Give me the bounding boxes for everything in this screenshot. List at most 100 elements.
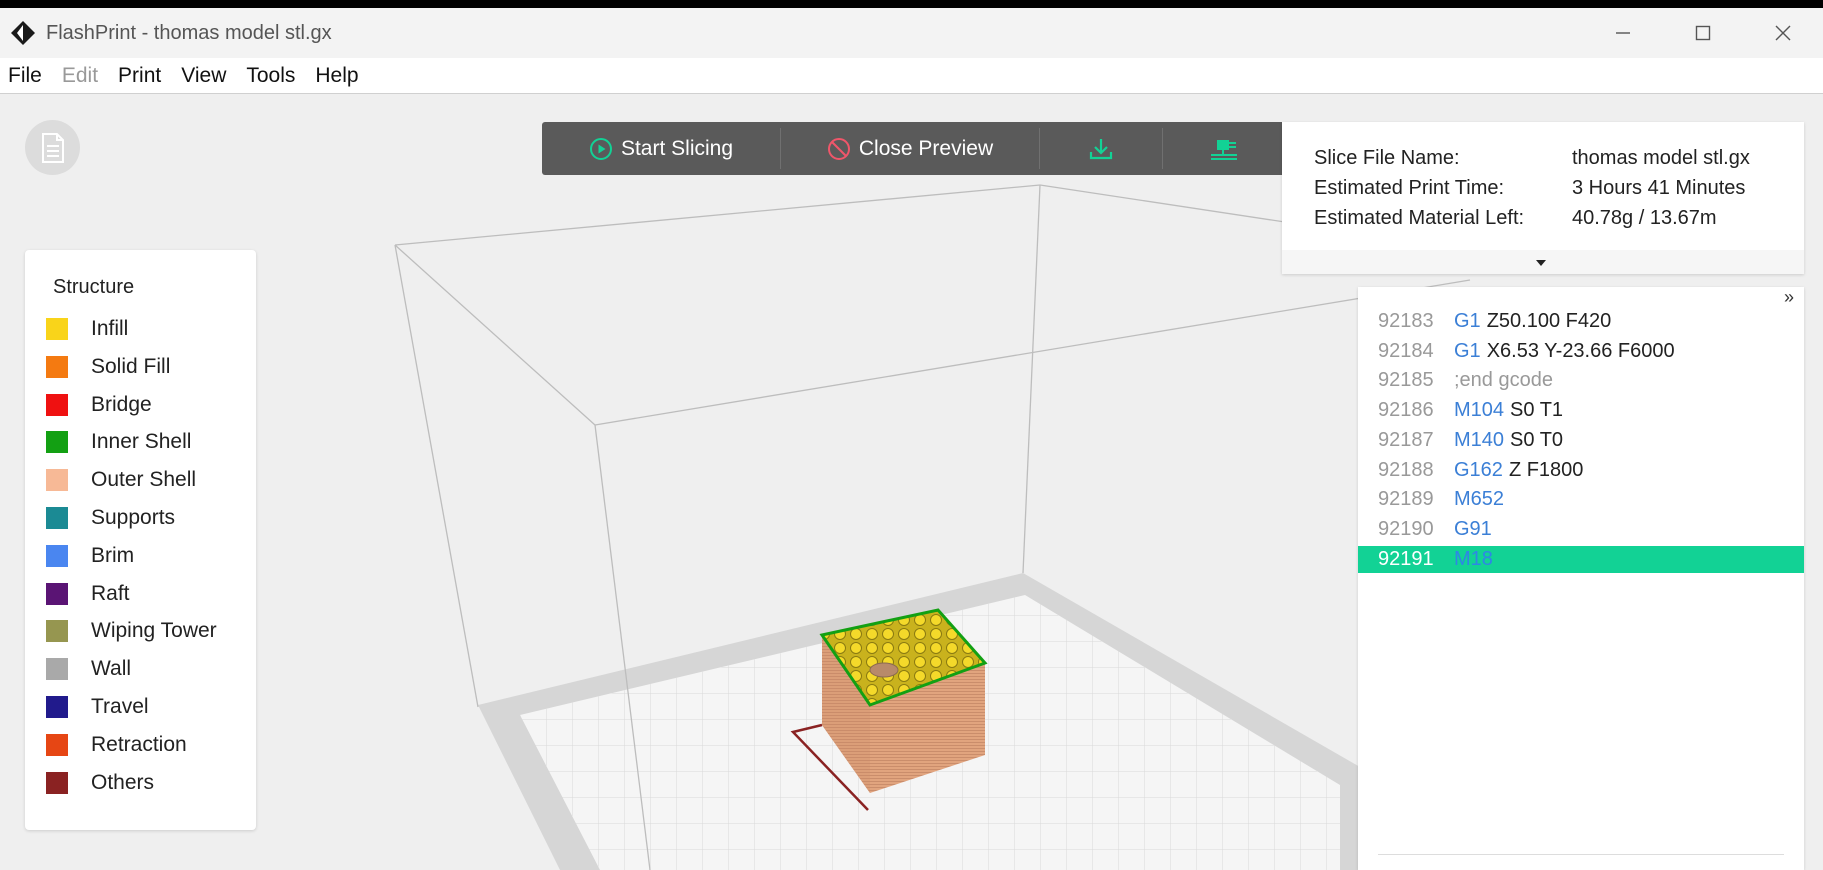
gcode-line-number: 92187 <box>1378 428 1434 451</box>
legend-swatch <box>46 771 68 794</box>
gcode-command: M652 <box>1454 488 1505 511</box>
start-slicing-button[interactable]: Start Slicing <box>542 122 780 175</box>
gcode-line[interactable]: 92185 ;end gcode <box>1358 367 1804 394</box>
screen-top-edge <box>0 0 1823 8</box>
gcode-line-number: 92183 <box>1378 310 1434 332</box>
menu-view[interactable]: View <box>181 64 226 88</box>
document-icon <box>41 132 64 163</box>
gcode-line-number: 92185 <box>1378 369 1434 392</box>
gcode-line-number: 92188 <box>1378 458 1434 481</box>
legend-label: Others <box>91 770 155 794</box>
legend-swatch <box>46 393 68 416</box>
legend-item: Solid Fill <box>46 352 170 382</box>
slice-report-button[interactable] <box>25 120 80 175</box>
legend-item: Retraction <box>46 730 187 760</box>
legend-item: Supports <box>46 503 175 533</box>
legend-swatch <box>46 582 68 605</box>
maximize-button[interactable] <box>1663 8 1743 58</box>
slice-info-panel: Slice File Name: thomas model stl.gx Est… <box>1282 122 1804 274</box>
material-value: 40.78g / 13.67m <box>1572 207 1717 229</box>
legend-item: Outer Shell <box>46 465 196 495</box>
gcode-line[interactable]: 92190 G91 <box>1358 516 1804 543</box>
gcode-line[interactable]: 92188 G162 Z F1800 <box>1358 457 1804 484</box>
preview-toolbar: Start Slicing Close Preview <box>542 122 1286 175</box>
legend-item: Wall <box>46 654 131 684</box>
gcode-line[interactable]: 92183 G1 Z50.100 F420 <box>1358 308 1804 335</box>
legend-label: Solid Fill <box>91 354 171 378</box>
legend-item: Infill <box>46 314 128 344</box>
legend-label: Travel <box>91 695 149 718</box>
legend-label: Retraction <box>91 732 187 756</box>
material-label: Estimated Material Left: <box>1314 207 1525 229</box>
expand-panel-icon[interactable]: » <box>1784 287 1794 308</box>
legend-label: Brim <box>91 543 135 567</box>
menu-print[interactable]: Print <box>118 64 161 88</box>
legend-label: Bridge <box>91 392 152 416</box>
legend-label: Supports <box>91 506 176 529</box>
legend-swatch <box>46 431 68 454</box>
gcode-arguments: Z50.100 F420 <box>1486 310 1612 332</box>
gcode-command: G1 <box>1454 339 1481 362</box>
legend-item: Wiping Tower <box>46 616 217 646</box>
close-icon <box>1775 25 1791 41</box>
no-entry-icon <box>827 137 850 160</box>
legend-swatch <box>46 733 68 756</box>
legend-label: Infill <box>91 317 129 340</box>
legend-item: Inner Shell <box>46 427 191 457</box>
caret-down-icon[interactable] <box>1536 260 1546 266</box>
close-window-button[interactable] <box>1743 8 1823 58</box>
gcode-line[interactable]: 92186 M104 S0 T1 <box>1358 397 1804 424</box>
menu-tools[interactable]: Tools <box>246 64 295 88</box>
minimize-icon <box>1616 32 1630 34</box>
gcode-line[interactable]: 92189 M652 <box>1358 486 1804 513</box>
legend-label: Outer Shell <box>91 468 197 492</box>
gcode-arguments: S0 T1 <box>1510 399 1564 422</box>
gcode-line-number: 92184 <box>1378 339 1434 362</box>
play-circle-icon <box>589 137 612 160</box>
structure-legend: Structure Infill Solid Fill Bridge Inner Sh… <box>25 250 256 830</box>
close-preview-button[interactable]: Close Preview <box>781 122 1039 175</box>
menu-file[interactable]: File <box>8 64 42 88</box>
gcode-line-number: 92189 <box>1378 488 1434 511</box>
minimize-button[interactable] <box>1583 8 1663 58</box>
legend-label: Inner Shell <box>91 430 192 454</box>
download-icon <box>1089 138 1113 159</box>
menu-edit[interactable]: Edit <box>62 64 98 88</box>
start-slicing-label: Start Slicing <box>620 136 734 160</box>
legend-swatch <box>46 658 68 681</box>
print-time-value: 3 Hours 41 Minutes <box>1572 177 1746 199</box>
gcode-line-number: 92191 <box>1378 547 1434 570</box>
export-button[interactable] <box>1040 122 1162 175</box>
gcode-line[interactable]: 92187 M140 S0 T0 <box>1358 427 1804 454</box>
window-controls <box>1583 8 1823 58</box>
gcode-line-number: 92190 <box>1378 517 1434 540</box>
legend-item: Travel <box>46 692 149 722</box>
gcode-command: ;end gcode <box>1454 369 1553 392</box>
slice-file-name-label: Slice File Name: <box>1314 147 1460 169</box>
legend-swatch <box>46 507 68 529</box>
menu-bar: File Edit Print View Tools Help <box>0 58 1823 94</box>
legend-label: Wiping Tower <box>91 619 217 643</box>
gcode-command: M18 <box>1454 547 1493 570</box>
legend-swatch <box>46 469 68 492</box>
plug-icon <box>1211 139 1237 160</box>
close-preview-label: Close Preview <box>858 136 994 160</box>
gcode-command: M140 <box>1454 428 1505 451</box>
legend-item: Brim <box>46 541 134 571</box>
gcode-arguments: Z F1800 <box>1508 458 1584 481</box>
flashprint-logo-icon <box>11 21 35 45</box>
gcode-panel: » 92183 G1 Z50.100 F420 92184 G1 X6.53 Y-23.6… <box>1358 287 1804 870</box>
gcode-command: G162 <box>1454 458 1503 481</box>
gcode-command: M104 <box>1454 399 1505 422</box>
gcode-command: G1 <box>1454 310 1481 332</box>
gcode-line[interactable]: 92184 G1 X6.53 Y-23.66 F6000 <box>1358 338 1804 365</box>
legend-title: Structure <box>53 276 135 298</box>
legend-swatch <box>46 696 68 718</box>
gcode-line-number: 92186 <box>1378 399 1434 422</box>
legend-swatch <box>46 620 68 643</box>
legend-item: Others <box>46 768 154 798</box>
menu-help[interactable]: Help <box>315 64 358 88</box>
legend-swatch <box>46 318 68 340</box>
send-to-printer-button[interactable] <box>1163 122 1285 175</box>
gcode-line[interactable]: 92191 M18 <box>1358 545 1804 573</box>
